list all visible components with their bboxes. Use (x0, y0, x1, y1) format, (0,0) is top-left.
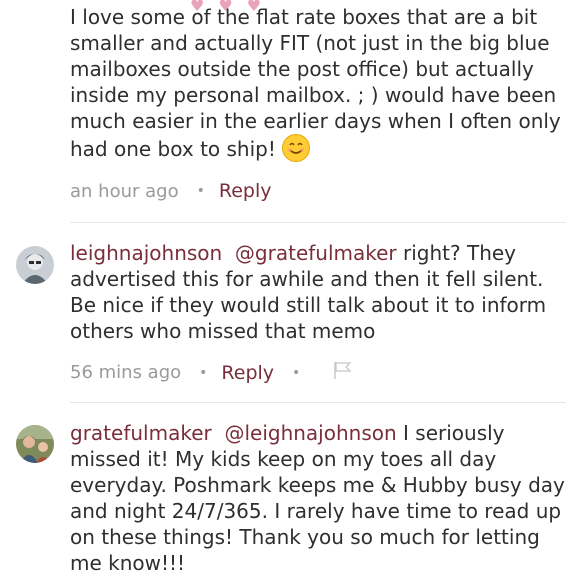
comment-username[interactable]: gratefulmaker (70, 421, 212, 445)
comment-text: I love some of the flat rate boxes that … (70, 5, 561, 161)
comment-timestamp: 56 mins ago (70, 362, 182, 383)
comment-timestamp: an hour ago (70, 180, 179, 202)
flag-icon[interactable] (332, 360, 354, 385)
comment-body: gratefulmaker @leighnajohnson I seriousl… (70, 420, 565, 576)
comment-divider (70, 222, 566, 223)
comment-username[interactable]: leighnajohnson (70, 241, 222, 265)
separator-dot: • (196, 183, 205, 199)
comment-body: leighnajohnson @gratefulmaker right? The… (70, 240, 565, 344)
reply-link[interactable]: Reply (221, 362, 274, 384)
comment-meta: 56 mins ago • Reply • (70, 360, 354, 385)
separator-dot: • (199, 364, 208, 381)
comment-mention[interactable]: @leighnajohnson (224, 421, 396, 445)
smiling-face-icon (282, 134, 311, 162)
avatar[interactable] (16, 425, 54, 463)
avatar[interactable] (16, 246, 54, 284)
reply-link[interactable]: Reply (219, 180, 272, 202)
separator-dot: • (292, 364, 301, 381)
comment-mention[interactable]: @gratefulmaker (235, 241, 397, 265)
comment-body: I love some of the flat rate boxes that … (70, 4, 565, 162)
comment-divider (70, 402, 566, 403)
comment-meta: an hour ago • Reply (70, 180, 271, 202)
